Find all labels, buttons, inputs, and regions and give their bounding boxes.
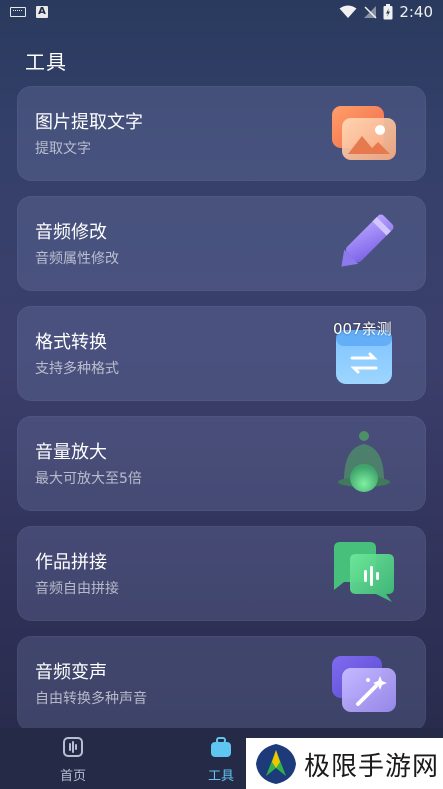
toolbox-icon: [211, 737, 231, 757]
signal-off-icon: [364, 6, 377, 19]
card-subtitle: 音频属性修改: [35, 251, 119, 267]
card-subtitle: 自由转换多种声音: [35, 691, 147, 707]
card-subtitle: 提取文字: [35, 141, 91, 157]
keyboard-icon: [10, 7, 26, 17]
overlay-watermark-text: 007亲测: [333, 320, 392, 338]
image-icon: [332, 106, 396, 160]
card-title: 音频变声: [35, 662, 107, 683]
card-voice-change[interactable]: 音频变声 自由转换多种声音: [17, 636, 426, 731]
card-subtitle: 最大可放大至5倍: [35, 471, 142, 487]
nav-home[interactable]: 首页: [38, 736, 108, 784]
chat-audio-icon: [334, 542, 394, 602]
nav-home-label: 首页: [59, 769, 86, 784]
battery-charging-icon: [383, 4, 393, 20]
site-watermark-logo: 极限手游网: [246, 738, 443, 789]
app-notification-icon: A: [36, 6, 48, 18]
card-title: 音量放大: [35, 442, 107, 463]
status-bar: A 2:40: [0, 0, 443, 26]
page-title: 工具: [25, 50, 67, 74]
status-time: 2:40: [399, 3, 433, 21]
card-subtitle: 支持多种格式: [35, 361, 119, 377]
home-audio-icon: [63, 737, 83, 757]
pencil-icon: [341, 214, 394, 267]
wifi-icon: [339, 5, 357, 18]
card-volume-boost[interactable]: 音量放大 最大可放大至5倍: [17, 416, 426, 511]
brand-logo-icon: [256, 744, 296, 784]
bell-icon: [338, 431, 390, 492]
card-subtitle: 音频自由拼接: [35, 581, 119, 597]
magic-wand-icon: [332, 656, 396, 712]
card-audio-modify[interactable]: 音频修改 音频属性修改: [17, 196, 426, 291]
brand-name: 极限手游网: [304, 752, 440, 782]
card-title: 图片提取文字: [35, 112, 143, 133]
card-audio-splice[interactable]: 作品拼接 音频自由拼接: [17, 526, 426, 621]
card-format-convert[interactable]: 格式转换 支持多种格式 007亲测: [17, 306, 426, 401]
card-image-text-extract[interactable]: 图片提取文字 提取文字: [17, 86, 426, 181]
card-title: 格式转换: [35, 332, 107, 353]
card-title: 音频修改: [35, 222, 107, 243]
card-title: 作品拼接: [35, 552, 107, 573]
